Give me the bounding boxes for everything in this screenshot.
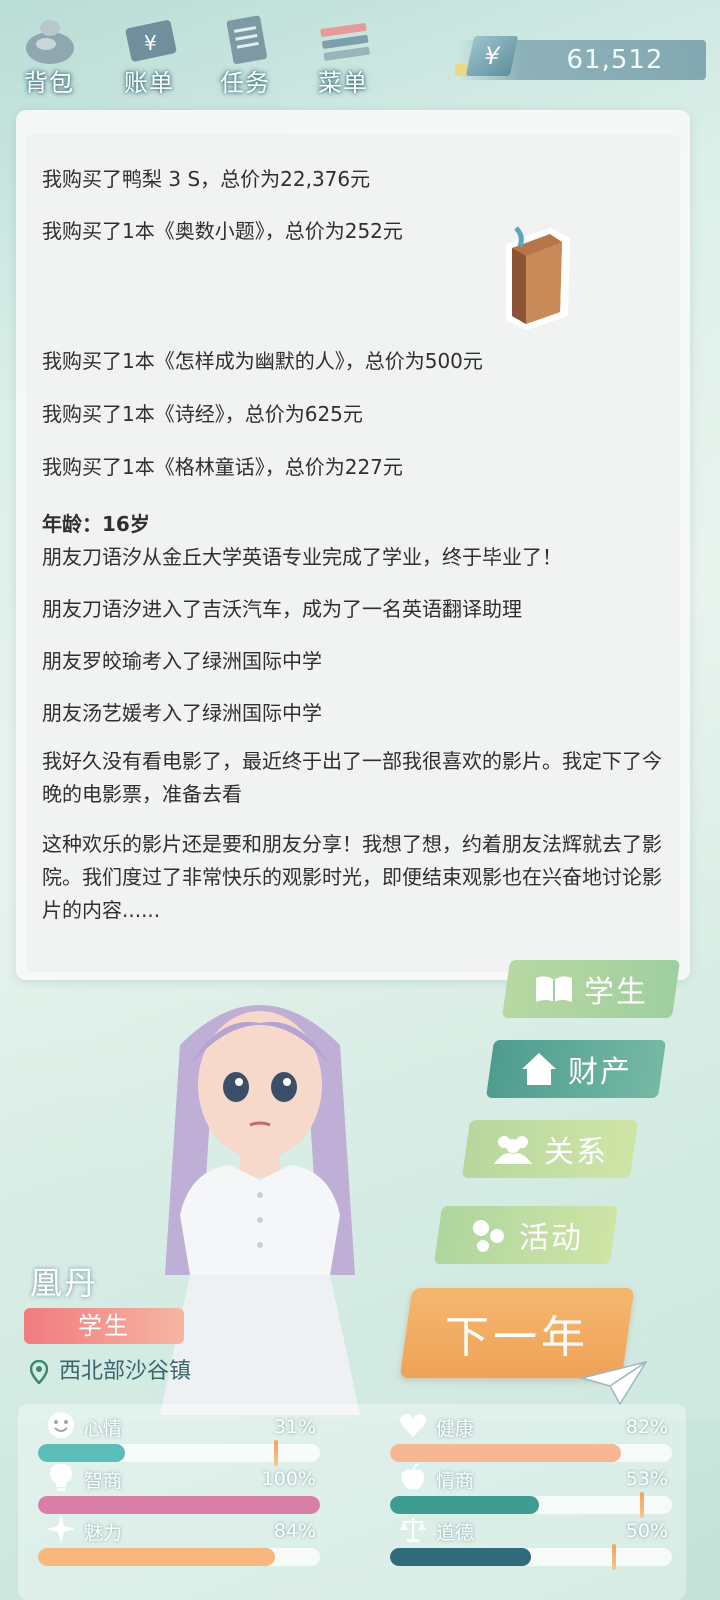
stat-morality-label: 道德	[436, 1522, 475, 1544]
stat-morality: 道德 50%	[390, 1516, 676, 1570]
stat-mood-value: 31%	[273, 1416, 316, 1438]
assets-label: 财产	[568, 1055, 632, 1090]
relation-button[interactable]: 关系	[461, 1120, 639, 1178]
stat-charm-label: 魅力	[84, 1522, 123, 1544]
stat-eq: 情商 53%	[390, 1463, 676, 1518]
book-icon	[506, 226, 570, 330]
bag-label: 背包	[24, 69, 74, 97]
scale-icon	[400, 1518, 426, 1542]
age-heading: 年龄：16岁	[42, 512, 150, 536]
location-text: 西北部沙谷镇	[59, 1359, 192, 1384]
task-icon	[226, 15, 267, 64]
location: 西北部沙谷镇	[30, 1356, 191, 1388]
student-label: 学生	[584, 975, 648, 1010]
stat-iq-fill	[38, 1496, 320, 1514]
log-event-5: 我好久没有看电影了，最近终于出了一部我很喜欢的影片。我定下了今晚的电影票，准备去…	[42, 749, 662, 806]
stat-morality-value: 50%	[625, 1520, 668, 1542]
menu-icon	[320, 23, 370, 61]
log-event-1: 朋友刀语汐从金丘大学英语专业完成了学业，终于毕业了！	[42, 545, 562, 569]
menu-button[interactable]: 菜单	[298, 8, 388, 102]
stat-charm-track	[38, 1548, 320, 1566]
stat-mood-label: 心情	[84, 1418, 123, 1440]
bubbles-icon	[473, 1220, 504, 1252]
task-button[interactable]: 任务	[200, 8, 290, 102]
stat-health: 健康 82%	[390, 1412, 676, 1464]
bill-button[interactable]: ¥ 账单	[104, 8, 194, 102]
stat-iq-label: 智商	[84, 1470, 123, 1492]
bag-button[interactable]: 背包	[4, 8, 94, 102]
assets-button[interactable]: 财产	[485, 1040, 667, 1098]
heart-icon	[400, 1414, 426, 1437]
log-event-6: 这种欢乐的影片还是要和朋友分享！我想了想，约着朋友法辉就去了影院。我们度过了非常…	[42, 832, 662, 922]
stat-iq-value: 100%	[261, 1468, 316, 1490]
stat-iq-track	[38, 1496, 320, 1514]
character-name: 凰丹	[30, 1264, 99, 1302]
stat-morality-marker	[612, 1544, 616, 1570]
activity-label: 活动	[519, 1221, 583, 1256]
log-event-4: 朋友汤艺媛考入了绿洲国际中学	[42, 701, 322, 725]
stat-health-fill	[390, 1444, 622, 1462]
paper-plane-icon	[580, 1360, 648, 1406]
stat-eq-track	[390, 1496, 672, 1514]
bag-icon	[26, 20, 74, 64]
stat-iq: 智商 100%	[38, 1464, 324, 1516]
yen-icon: ¥	[465, 36, 519, 76]
people-icon	[494, 1136, 532, 1164]
stat-health-value: 82%	[625, 1416, 668, 1438]
stat-mood-fill	[38, 1444, 126, 1462]
stat-charm-value: 84%	[273, 1520, 316, 1542]
book-open-icon	[536, 976, 572, 1002]
log-event-2: 朋友刀语汐进入了吉沃汽车，成为了一名英语翻译助理	[42, 597, 522, 621]
log-purchase-4: 我购买了1本《诗经》，总价为625元	[42, 402, 363, 426]
stat-mood-marker	[274, 1440, 278, 1466]
task-label: 任务	[220, 69, 270, 97]
top-bar: 背包 ¥ 账单 任务 菜单 ¥ 61,512	[0, 0, 720, 104]
stat-eq-label: 情商	[436, 1470, 475, 1492]
stat-charm-fill	[38, 1548, 275, 1566]
bill-icon: ¥	[125, 20, 177, 62]
activity-button[interactable]: 活动	[433, 1206, 619, 1264]
apple-icon	[401, 1463, 425, 1490]
location-pin-icon	[30, 1360, 48, 1384]
bill-label: 账单	[124, 69, 174, 97]
money-value: 61,512	[566, 45, 664, 75]
stat-morality-fill	[390, 1548, 531, 1566]
house-icon	[522, 1053, 556, 1085]
log-purchase-2: 我购买了1本《奥数小题》，总价为252元	[42, 219, 403, 243]
next-year-label: 下一年	[445, 1312, 589, 1363]
stat-mood: 心情 31%	[38, 1412, 324, 1466]
stats-panel: 心情 31% 健康 82% 智商 100% 情商 53% 魅力 84% 道德 5…	[18, 1404, 686, 1600]
bulb-icon	[50, 1464, 72, 1491]
log-purchase-1: 我购买了鸭梨 3 S，总价为22,376元	[42, 167, 371, 191]
stat-health-label: 健康	[436, 1418, 475, 1440]
stat-morality-track	[390, 1548, 672, 1566]
stat-health-track	[390, 1444, 672, 1462]
student-button[interactable]: 学生	[501, 960, 681, 1018]
smile-icon	[48, 1412, 74, 1438]
stat-eq-marker	[640, 1492, 644, 1518]
stat-eq-value: 53%	[625, 1468, 668, 1490]
stat-charm: 魅力 84%	[38, 1515, 324, 1568]
character-avatar[interactable]	[130, 975, 390, 1415]
log-purchase-3: 我购买了1本《怎样成为幽默的人》，总价为500元	[42, 349, 483, 373]
role-badge: 学生	[24, 1308, 184, 1344]
log-event-3: 朋友罗皎瑜考入了绿洲国际中学	[42, 649, 322, 673]
log-purchase-5: 我购买了1本《格林童话》，总价为227元	[42, 455, 403, 479]
svg-text:¥: ¥	[144, 31, 157, 55]
menu-label: 菜单	[318, 69, 368, 97]
sparkle-icon	[47, 1515, 75, 1543]
stat-eq-fill	[390, 1496, 540, 1514]
relation-label: 关系	[544, 1135, 608, 1170]
